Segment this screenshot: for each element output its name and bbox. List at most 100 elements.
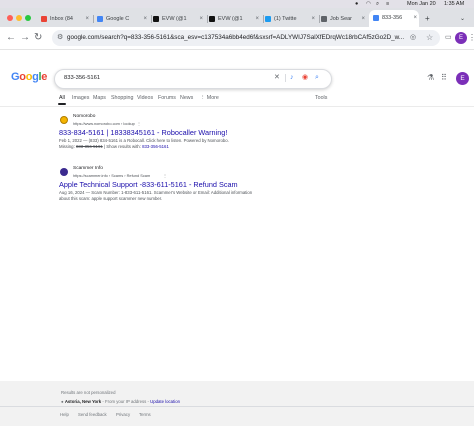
scammer-info-favicon-icon[interactable] — [60, 168, 68, 176]
tab-images[interactable]: Images — [72, 94, 89, 102]
lens-search-icon[interactable]: ◉ — [302, 69, 308, 87]
voice-search-icon[interactable]: ♪ — [290, 69, 294, 87]
result-options-icon[interactable]: ⋮ — [163, 173, 167, 178]
tab-job-search[interactable]: Job Sear × — [321, 11, 367, 27]
tab-label: Job Sear — [330, 16, 353, 22]
back-arrow-icon[interactable]: ← — [6, 29, 16, 47]
result-missing-line: Missing: 833-356-5161 | Show results wit… — [59, 144, 169, 150]
tab-videos[interactable]: Videos — [137, 94, 153, 102]
search-icon[interactable]: ⌕ — [315, 69, 319, 87]
footer-link-feedback[interactable]: Send feedback — [78, 412, 107, 418]
result-title-link[interactable]: Apple Technical Support -833-611-5161 - … — [59, 180, 238, 190]
url-text[interactable]: google.com/search?q=833-356-5161&sca_esv… — [67, 30, 407, 46]
footer-link-terms[interactable]: Terms — [139, 412, 151, 418]
chrome-menu-icon[interactable]: ⋮ — [468, 30, 474, 46]
location-name: Astoria, New York — [64, 399, 102, 404]
close-icon[interactable]: × — [199, 11, 203, 27]
tab-search-chevron-icon[interactable]: ⌄ — [460, 11, 470, 27]
tab-twitter[interactable]: (1) Twitte × — [265, 11, 317, 27]
show-results-prefix: | Show results with: — [103, 144, 141, 149]
tab-x-1[interactable]: EVW (@1 × — [153, 11, 205, 27]
new-tab-button[interactable]: + — [425, 11, 435, 27]
location-line: ● Astoria, New York - From your IP addre… — [61, 399, 180, 405]
location-dot-icon: ● — [61, 399, 64, 404]
minimize-window-button[interactable] — [16, 15, 22, 21]
wifi-icon[interactable]: ◠ — [366, 0, 371, 8]
tab-label: EVW (@1 — [218, 16, 243, 22]
lens-icon[interactable]: ◎ — [410, 30, 416, 46]
show-results-link[interactable]: 833-356-5161 — [142, 144, 169, 149]
x-icon — [153, 15, 159, 22]
result-options-icon[interactable]: ⋮ — [137, 121, 141, 126]
tab-label: Inbox (84 — [50, 16, 73, 22]
tools-button[interactable]: Tools — [315, 94, 327, 102]
footer-link-help[interactable]: Help — [60, 412, 69, 418]
menu-extras-icon[interactable]: ● — [355, 0, 358, 8]
tab-x-2[interactable]: EVW (@1 × — [209, 11, 261, 27]
tab-label: EVW (@1 — [162, 16, 187, 22]
close-icon[interactable]: × — [143, 11, 147, 27]
active-tab-indicator — [58, 103, 66, 105]
missing-term: 833-356-5161 — [75, 144, 103, 149]
sidebar-icon[interactable]: ▭ — [445, 30, 452, 46]
tabs-divider — [0, 106, 474, 107]
reload-icon[interactable]: ↻ — [34, 29, 42, 47]
result-site-name[interactable]: Scammer Info — [73, 166, 103, 172]
search-box-divider — [285, 74, 286, 82]
result-site-url[interactable]: https://scammer.info › Scams › Refund Sc… — [73, 173, 150, 178]
footer-link-privacy[interactable]: Privacy — [116, 412, 130, 418]
tab-news[interactable]: News — [180, 94, 193, 102]
tab-separator — [207, 15, 208, 23]
tab-all[interactable]: All — [59, 94, 65, 102]
menubar-time: 1:35 AM — [444, 1, 465, 7]
macos-menu-bar: ● ◠ ⌕ ≡ Mon Jan 20 1:35 AM — [0, 0, 474, 8]
tab-separator — [319, 15, 320, 23]
close-window-button[interactable] — [7, 15, 13, 21]
tab-label: Google C — [106, 16, 130, 22]
tab-google[interactable]: Google C × — [97, 11, 149, 27]
profile-avatar[interactable]: E — [455, 32, 467, 44]
result-site-url[interactable]: https://www.nomorobo.com › lookup — [73, 121, 135, 126]
footer-divider — [0, 406, 474, 407]
more-dots-icon: ⋮ — [200, 95, 206, 101]
close-icon[interactable]: × — [413, 10, 417, 26]
tab-more[interactable]: ⋮ More — [200, 94, 219, 102]
bookmark-star-icon[interactable]: ☆ — [426, 30, 433, 46]
tab-separator — [93, 15, 94, 23]
close-icon[interactable]: × — [311, 11, 315, 27]
tab-more-label: More — [206, 95, 219, 101]
tab-maps[interactable]: Maps — [93, 94, 106, 102]
google-icon — [373, 14, 379, 21]
zoom-window-button[interactable] — [25, 15, 31, 21]
site-info-icon[interactable]: ⚙ — [57, 30, 63, 46]
account-avatar[interactable]: E — [456, 72, 469, 85]
control-center-icon[interactable]: ≡ — [386, 0, 389, 8]
update-location-link[interactable]: Update location — [150, 399, 180, 404]
result-site-name[interactable]: Nomorobo — [73, 114, 95, 120]
location-source: - From your IP address — [102, 399, 147, 404]
nomorobo-favicon-icon[interactable] — [60, 116, 68, 124]
google-icon — [97, 15, 103, 22]
twitter-icon — [265, 15, 271, 22]
apps-grid-icon[interactable]: ⠿ — [441, 72, 447, 84]
tab-active-search[interactable]: 833-356 × — [369, 10, 419, 27]
search-icon[interactable]: ⌕ — [376, 0, 379, 8]
gmail-icon — [41, 15, 47, 22]
results-not-personalized: Results are not personalized — [61, 390, 116, 395]
close-icon[interactable]: × — [85, 11, 89, 27]
clear-search-icon[interactable]: ✕ — [274, 69, 280, 87]
tab-shopping[interactable]: Shopping — [111, 94, 133, 102]
tab-separator — [263, 15, 264, 23]
close-icon[interactable]: × — [255, 11, 259, 27]
google-logo[interactable]: Google — [11, 71, 47, 83]
tab-forums[interactable]: Forums — [158, 94, 176, 102]
tab-label: (1) Twitte — [274, 16, 297, 22]
tab-gmail[interactable]: Inbox (84 × — [41, 11, 91, 27]
search-input[interactable]: 833-356-5161 — [64, 69, 100, 87]
close-icon[interactable]: × — [361, 11, 365, 27]
labs-flask-icon[interactable]: ⚗ — [427, 72, 434, 84]
result-snippet-line2: about this scam: apple support scammer n… — [59, 196, 163, 201]
forward-arrow-icon[interactable]: → — [20, 29, 30, 47]
missing-label: Missing: — [59, 144, 75, 149]
result-title-link[interactable]: 833-834-5161 | 18338345161 - Robocaller … — [59, 128, 227, 138]
